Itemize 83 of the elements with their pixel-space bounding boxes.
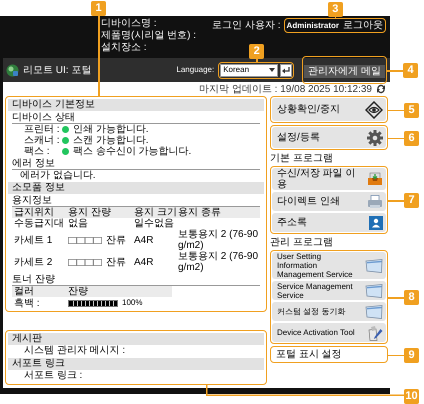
table-cell-text: 흑백 : [13, 298, 41, 308]
callout-badge: 8 [404, 290, 419, 305]
last-update-text: 마지막 업데이트 : 19/08 2025 10:12:39 [199, 82, 372, 96]
printer-icon [367, 194, 383, 208]
toner-reading: 100% [122, 297, 142, 309]
user-name: Administrator [286, 20, 339, 32]
program-button[interactable]: Service Management Service [272, 281, 386, 300]
language-select[interactable]: Korean [220, 64, 278, 76]
column-header: 급지위치 [13, 207, 55, 218]
callout-badge: 7 [404, 193, 419, 208]
status-text: 인쇄 가능합니다. [73, 124, 149, 135]
program-button[interactable]: 주소록 [272, 213, 386, 232]
column-header: 컬러 [13, 286, 35, 297]
paper-gauge-icon [68, 258, 102, 266]
refresh-icon [376, 84, 386, 94]
logout-link[interactable]: 로그아웃 [343, 18, 383, 33]
status-text: 팩스 송수신이 가능합니다. [73, 146, 192, 157]
contacts-icon [369, 216, 383, 230]
table-cell-text: 일수없음 [133, 218, 175, 229]
error-text: 에러가 없습니다. [20, 170, 96, 182]
group-heading: 기본 프로그램 [270, 153, 334, 164]
callout-badge: 6 [404, 130, 419, 146]
table-cell-text: 카세트 2 [13, 256, 54, 268]
section-header: 소모품 정보 [8, 182, 264, 194]
mail-admin-button[interactable]: 관리자에게 메일 [304, 65, 385, 78]
subsection-heading: 디바이스 상태 [12, 112, 260, 124]
group-heading: 관리 프로그램 [270, 237, 334, 248]
section-header: 서포트 링크 [8, 358, 264, 370]
column-header: 용지 잔량 [67, 207, 112, 218]
column-header: 용지 크기 [133, 207, 176, 218]
settings-button[interactable]: 설정/등록 [272, 127, 386, 148]
table-cell-text: A4R [133, 234, 154, 246]
program-button[interactable]: 커스텀 설정 동기화 [272, 302, 386, 321]
callout-badge: 10 [404, 389, 419, 404]
table-cell-text: 카세트 1 [13, 234, 54, 246]
portal-title: 리모트 UI: 포털 [23, 64, 92, 78]
message-label: 시스템 관리자 메시지 : [24, 345, 126, 358]
program-button[interactable]: User Setting Information Management Service [272, 252, 386, 279]
inbox-tray-icon [367, 172, 383, 186]
device-field-label: 디바이스명 : [101, 18, 158, 30]
table-cell-text: A4R [133, 256, 154, 268]
callout-badge: 5 [404, 102, 419, 118]
column-header: 용지 종류 [177, 207, 222, 218]
support-link-label: 서포트 링크 : [24, 370, 82, 382]
device-field-label: 설치장소 : [101, 42, 148, 54]
status-label: 스캐너 : [24, 135, 61, 146]
language-label: Language: [176, 64, 214, 76]
status-check-button[interactable]: 상황확인/중지 [272, 98, 386, 121]
eye-icon [365, 100, 383, 118]
status-text: 스캔 가능합니다. [73, 135, 149, 146]
callout-badge: 3 [328, 2, 343, 17]
table-cell: 잔류 [106, 234, 126, 246]
section-header: 게시판 [8, 333, 264, 345]
login-label: 로그인 사용자 : [212, 19, 281, 33]
table-cell: 없음 [68, 218, 88, 229]
section-header: 디바이스 기본정보 [8, 99, 264, 111]
pencil-box-icon [367, 324, 383, 340]
table-cell-text: 수동급지대 [13, 218, 65, 229]
callout-badge: 2 [249, 44, 264, 58]
callout-badge: 9 [404, 348, 419, 362]
apply-button[interactable] [280, 64, 292, 76]
table-cell-text: 보통용지 2 (76-90 g/m2) [177, 229, 260, 251]
window-icon [365, 258, 383, 272]
status-label: 프린터 : [24, 124, 61, 135]
callout-badge: 4 [403, 63, 418, 78]
refresh-button[interactable] [376, 84, 386, 94]
window-icon [365, 284, 383, 298]
subsection-heading: 에러 정보 [12, 158, 260, 170]
program-button[interactable]: 수신/저장 파일 이용 [272, 168, 386, 190]
gear-icon [367, 130, 383, 146]
column-header: 잔량 [67, 286, 89, 297]
caret-icon [269, 68, 276, 72]
table-cell-text: 보통용지 2 (76-90 g/m2) [177, 251, 260, 273]
status-label: 팩스 : [24, 146, 51, 157]
table-cell: 잔류 [106, 256, 126, 268]
paper-gauge-icon [68, 236, 102, 244]
window-icon [365, 304, 383, 318]
program-button[interactable]: Device Activation Tool [272, 323, 386, 342]
program-button[interactable]: 다이렉트 인쇄 [272, 192, 386, 211]
logo-icon [6, 64, 19, 76]
callout-badge: 1 [91, 1, 106, 16]
return-icon [282, 66, 290, 74]
device-field-label: 제품명(시리얼 번호) : [101, 30, 196, 42]
